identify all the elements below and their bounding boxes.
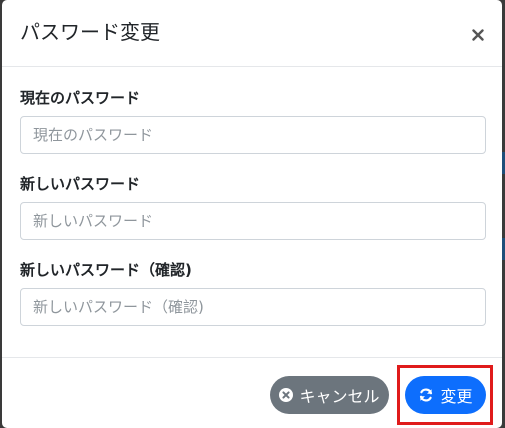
modal-footer: キャンセル 変更 [2, 357, 502, 428]
cancel-button[interactable]: キャンセル [270, 376, 389, 414]
current-password-input[interactable] [20, 116, 486, 154]
cancel-button-label: キャンセル [299, 387, 380, 406]
times-icon [279, 388, 294, 402]
change-password-button[interactable]: 変更 [405, 376, 486, 414]
close-icon [472, 28, 484, 41]
modal-header: パスワード変更 [2, 0, 502, 67]
password-change-modal: パスワード変更 現在のパスワード 新しいパスワード 新しいパスワード（確認) キ… [2, 0, 502, 428]
modal-title: パスワード変更 [20, 20, 160, 44]
sync-icon [418, 387, 434, 403]
close-button[interactable] [468, 20, 488, 44]
confirm-password-input[interactable] [20, 288, 486, 326]
new-password-input[interactable] [20, 202, 486, 240]
confirm-password-label: 新しいパスワード（確認) [20, 261, 192, 279]
modal-body: 現在のパスワード 新しいパスワード 新しいパスワード（確認) [2, 67, 502, 357]
new-password-label: 新しいパスワード [20, 175, 141, 193]
current-password-label: 現在のパスワード [20, 89, 141, 107]
change-button-label: 変更 [440, 387, 473, 406]
